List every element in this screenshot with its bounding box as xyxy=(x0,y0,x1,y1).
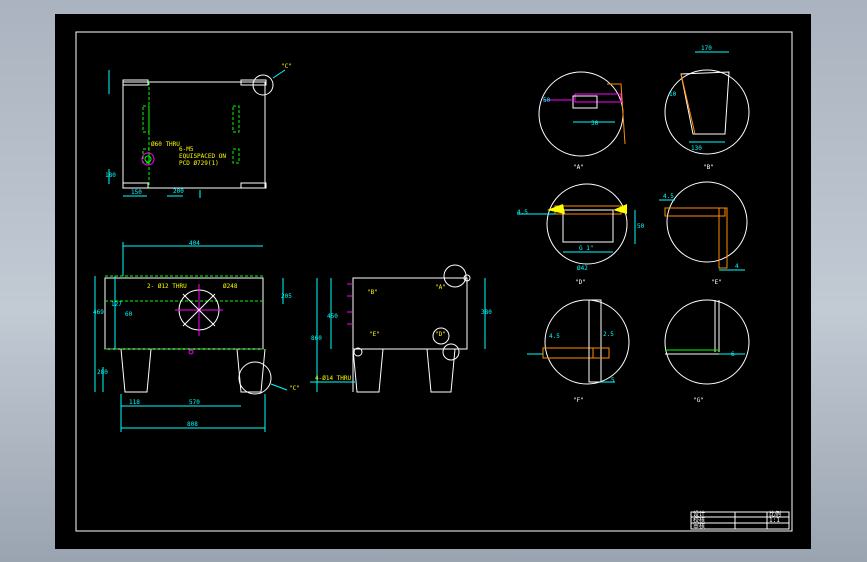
top-dim-left: 150 xyxy=(131,189,142,196)
top-view: "C" Ø60 THRU 6-M5 EQUISPACED ON PCD Ø729… xyxy=(105,63,292,198)
detail-a-label: "A" xyxy=(573,164,584,171)
detail-a-dim-2: 30 xyxy=(591,120,599,127)
detail-e-dim-1: 4.5 xyxy=(663,193,674,200)
side-note-bottom: 4-Ø14 THRU xyxy=(315,375,352,382)
detail-b-dim-top: 170 xyxy=(701,45,712,52)
title-cell-3: 审核 xyxy=(693,522,705,530)
detail-f-dim-2: 2.5 xyxy=(603,331,614,338)
detail-a-circle xyxy=(538,71,624,157)
front-view: 404 2- Ø12 THRU Ø248 127 469 60 205 280 … xyxy=(93,240,300,432)
detail-f-circle xyxy=(544,299,630,385)
side-flag-b: "B" xyxy=(367,289,378,296)
top-note-bolts-3: PCD Ø729(1) xyxy=(179,160,219,167)
detail-a: 50 30 "A" xyxy=(538,71,626,171)
detail-d-dim-2: G 1" xyxy=(579,245,593,252)
detail-f: 4.5 2.5 5 "F" xyxy=(527,299,630,404)
detail-a-dim-1: 50 xyxy=(543,97,551,104)
top-view-outline xyxy=(122,81,266,189)
top-note-bolts-2: EQUISPACED ON xyxy=(179,153,226,160)
front-dim-left-c: 60 xyxy=(125,311,133,318)
front-dim-bottom-a: 118 xyxy=(129,399,140,406)
front-note-thread: 2- Ø12 THRU xyxy=(147,283,187,290)
front-dim-leg: 280 xyxy=(97,369,108,376)
front-dim-bottom-b: 570 xyxy=(189,399,200,406)
front-detail-flag: "C" xyxy=(289,385,300,392)
side-flag-e: "E" xyxy=(369,331,380,338)
title-cell-5: 1:1 xyxy=(769,517,780,524)
detail-e: 4.5 4 "E" xyxy=(659,181,748,286)
title-block-text: 设计 校核 审核 比例 1:1 xyxy=(693,510,781,530)
detail-f-label: "F" xyxy=(573,397,584,404)
top-note-bolts-1: 6-M5 xyxy=(179,146,194,153)
side-flag-d: "D" xyxy=(435,331,446,338)
detail-d-dim-1: 4.5 xyxy=(517,209,528,216)
top-dim-side: 180 xyxy=(105,172,116,179)
front-view-leg-left xyxy=(120,348,152,393)
top-dim-mid: 200 xyxy=(173,188,184,195)
front-note-bore: Ø248 xyxy=(223,283,238,290)
detail-d: 4.5 G 1" Ø42 50 "D" xyxy=(517,183,645,286)
top-detail-flag: "C" xyxy=(281,63,292,70)
detail-e-label: "E" xyxy=(711,279,722,286)
side-dim-right: 380 xyxy=(481,309,492,316)
detail-g: 6 "G" xyxy=(664,299,750,404)
drawing-sheet: "C" Ø60 THRU 6-M5 EQUISPACED ON PCD Ø729… xyxy=(55,14,811,549)
front-dim-right: 205 xyxy=(281,293,292,300)
detail-b-dim-side: 10 xyxy=(669,91,677,98)
front-detail-marker xyxy=(238,361,272,395)
inner-border xyxy=(75,31,793,532)
detail-g-label: "G" xyxy=(693,397,704,404)
detail-b-circle xyxy=(664,69,750,155)
side-view: "B" "A" "E" "D" 860 450 380 4-Ø14 THRU xyxy=(310,264,492,393)
detail-f-dim-1: 4.5 xyxy=(549,333,560,340)
detail-d-dim-3: Ø42 xyxy=(577,265,588,272)
side-dim-left-b: 450 xyxy=(327,313,338,320)
cad-drawing: "C" Ø60 THRU 6-M5 EQUISPACED ON PCD Ø729… xyxy=(75,31,793,532)
detail-e-dim-2: 4 xyxy=(735,263,739,270)
side-view-leg-right xyxy=(426,348,456,393)
front-dim-left-a: 127 xyxy=(111,301,122,308)
side-flag-a: "A" xyxy=(435,284,446,291)
side-dim-left-a: 860 xyxy=(311,335,322,342)
detail-b-dim-bottom: 130 xyxy=(691,145,702,152)
detail-g-circle xyxy=(664,299,750,385)
detail-b-label: "B" xyxy=(703,164,714,171)
front-dim-total: 808 xyxy=(187,421,198,428)
detail-e-circle xyxy=(666,181,748,263)
detail-b: 170 130 10 "B" xyxy=(664,45,750,171)
detail-d-label: "D" xyxy=(575,279,586,286)
front-dim-left-b: 469 xyxy=(93,309,104,316)
front-dim-top: 404 xyxy=(189,240,200,247)
detail-f-dim-3: 5 xyxy=(611,377,615,384)
side-view-leg-left xyxy=(352,348,384,393)
top-note-hole: Ø60 THRU xyxy=(151,141,180,148)
top-view-hidden-lines xyxy=(142,82,240,188)
detail-g-dim-1: 6 xyxy=(731,351,735,358)
detail-d-dim-4: 50 xyxy=(637,223,645,230)
